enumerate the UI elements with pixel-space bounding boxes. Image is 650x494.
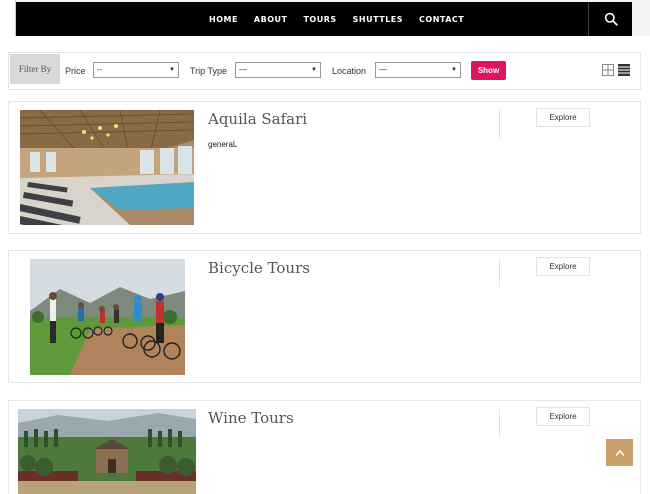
card-divider [499, 110, 500, 138]
trip-type-label: Trip Type [190, 66, 228, 76]
trip-type-select[interactable]: — ▼ [235, 62, 321, 78]
tour-image-aquila-safari[interactable] [20, 110, 194, 225]
show-button[interactable]: Show [471, 61, 506, 80]
tour-image-wine-tours[interactable] [18, 409, 196, 494]
tour-title-wine-tours[interactable]: Wine Tours [208, 409, 294, 427]
nav-link-about[interactable]: ABOUT [254, 15, 288, 24]
chevron-down-icon: ▼ [169, 67, 175, 73]
nav-links: HOME ABOUT TOURS SHUTTLES CONTACT [209, 2, 480, 36]
chevron-down-icon: ▼ [311, 67, 317, 73]
nav-link-shuttles[interactable]: SHUTTLES [353, 15, 403, 24]
price-label: Price [65, 66, 86, 76]
chevron-down-icon: ▼ [451, 67, 457, 73]
scroll-to-top-button[interactable] [606, 439, 633, 466]
filter-by-label: Filter By [10, 54, 60, 84]
explore-button-aquila-safari[interactable]: Explore [536, 108, 590, 127]
tour-image-bicycle-tours[interactable] [30, 259, 185, 375]
tour-title-aquila-safari[interactable]: Aquila Safari [208, 110, 307, 128]
search-icon [604, 12, 618, 26]
tour-card-wine-tours: Wine Tours Explore [8, 400, 641, 494]
nav-link-tours[interactable]: TOURS [303, 15, 336, 24]
trip-type-select-value: — [239, 65, 247, 74]
nav-link-contact[interactable]: CONTACT [419, 15, 464, 24]
price-select[interactable]: -- ▼ [93, 62, 179, 78]
tour-card-aquila-safari: Aquila Safari generaL Explore [8, 101, 641, 234]
card-divider [499, 259, 500, 287]
explore-button-wine-tours[interactable]: Explore [536, 407, 590, 426]
location-label: Location [332, 66, 367, 76]
card-divider [499, 409, 500, 437]
top-navigation: HOME ABOUT TOURS SHUTTLES CONTACT [0, 0, 650, 36]
nav-left-edge [0, 0, 16, 36]
location-select[interactable]: — ▼ [375, 62, 461, 78]
list-view-icon[interactable] [618, 64, 630, 76]
search-button[interactable] [588, 2, 632, 36]
page: HOME ABOUT TOURS SHUTTLES CONTACT Filter… [0, 0, 650, 494]
nav-bar: HOME ABOUT TOURS SHUTTLES CONTACT [16, 2, 632, 36]
chevron-up-icon [614, 449, 625, 456]
tour-title-bicycle-tours[interactable]: Bicycle Tours [208, 259, 310, 277]
price-select-value: -- [97, 65, 103, 74]
tour-card-bicycle-tours: Bicycle Tours Explore [8, 250, 641, 383]
tour-description-aquila-safari: generaL [208, 140, 238, 149]
filter-bar: Filter By Price -- ▼ Trip Type — ▼ Locat… [8, 52, 641, 90]
location-select-value: — [379, 65, 387, 74]
explore-button-bicycle-tours[interactable]: Explore [536, 257, 590, 276]
nav-link-home[interactable]: HOME [209, 15, 238, 24]
grid-view-icon[interactable] [602, 64, 614, 76]
